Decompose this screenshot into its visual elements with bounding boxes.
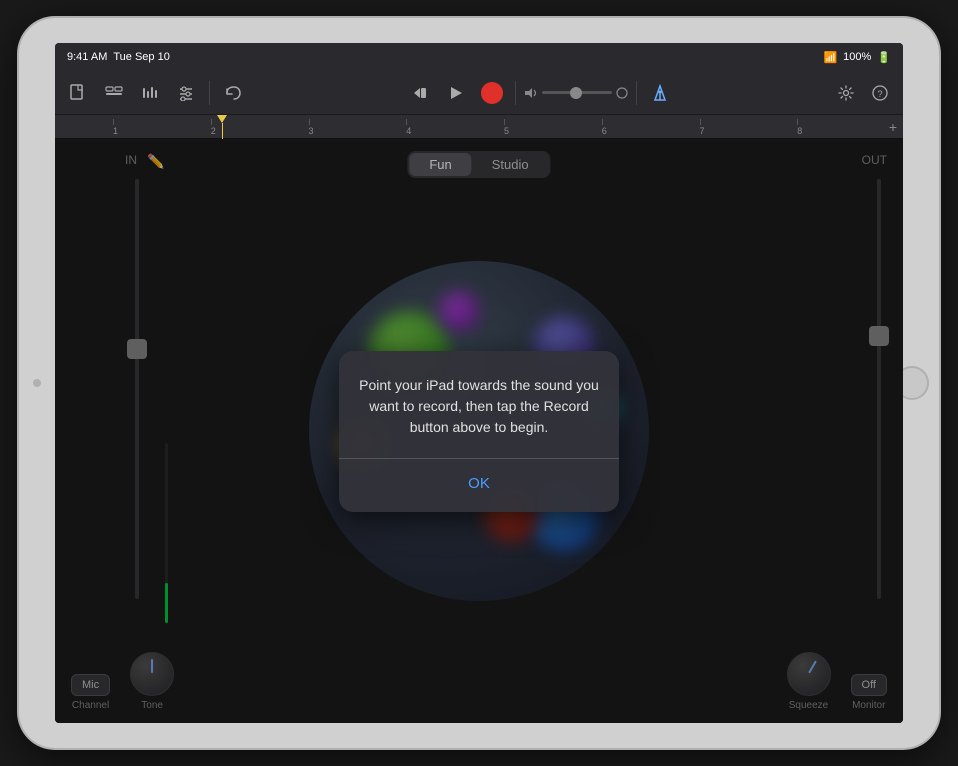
metronome-button[interactable] [645,78,675,108]
add-track-button[interactable]: + [889,119,897,135]
toolbar: ? [55,71,903,115]
volume-control[interactable] [524,87,628,99]
ruler-marks: 1 2 3 4 5 6 7 8 [63,119,895,138]
ruler-mark-8: 8 [797,119,895,138]
help-button[interactable]: ? [865,78,895,108]
new-song-button[interactable] [63,78,93,108]
dialog-box: Point your iPad towards the sound you wa… [339,351,619,512]
ruler-mark-4: 4 [406,119,504,138]
dialog-ok-button[interactable]: OK [359,471,599,496]
date: Tue Sep 10 [113,51,169,63]
battery-icon: 🔋 [877,51,891,64]
ruler: 1 2 3 4 5 6 7 8 + [55,115,903,139]
main-content: IN ✏️ OUT Fun Studio [55,139,903,723]
side-dot [33,379,41,387]
record-indicator [481,82,503,104]
svg-text:?: ? [877,89,882,99]
settings-button[interactable] [831,78,861,108]
status-bar: 9:41 AM Tue Sep 10 📶 100% 🔋 [55,43,903,71]
dialog-overlay: Point your iPad towards the sound you wa… [55,139,903,723]
ruler-mark-3: 3 [309,119,407,138]
ruler-mark-5: 5 [504,119,602,138]
mixer-button[interactable] [135,78,165,108]
ruler-mark-7: 7 [700,119,798,138]
dialog-divider [339,458,619,459]
ruler-mark-1: 1 [113,119,211,138]
undo-button[interactable] [218,78,248,108]
dialog-message: Point your iPad towards the sound you wa… [359,375,599,438]
wifi-icon: 📶 [823,51,837,64]
battery-level: 100% [843,51,871,63]
ipad-frame: 9:41 AM Tue Sep 10 📶 100% 🔋 [19,18,939,748]
time: 9:41 AM [67,51,107,63]
record-button[interactable] [477,78,507,108]
play-button[interactable] [441,78,471,108]
ruler-mark-2: 2 [211,119,309,138]
ruler-mark-6: 6 [602,119,700,138]
rewind-button[interactable] [405,78,435,108]
tracks-button[interactable] [99,78,129,108]
controls-button[interactable] [171,78,201,108]
ipad-screen: 9:41 AM Tue Sep 10 📶 100% 🔋 [55,43,903,723]
